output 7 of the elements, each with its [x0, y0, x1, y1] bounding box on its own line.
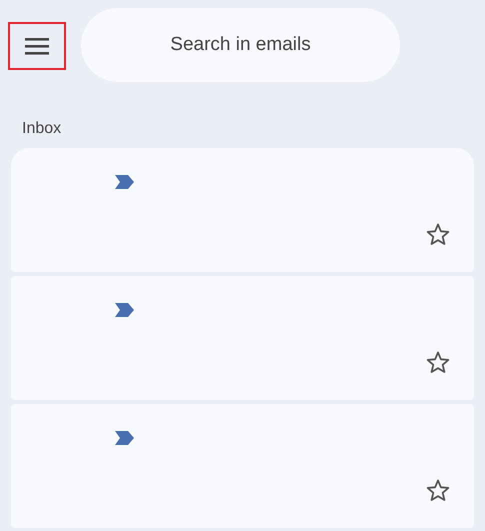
- section-title: Inbox: [22, 119, 62, 139]
- menu-icon: [24, 37, 50, 55]
- search-field[interactable]: Search in emails: [81, 8, 400, 82]
- star-button[interactable]: [426, 223, 450, 246]
- star-button[interactable]: [426, 479, 450, 502]
- star-button[interactable]: [426, 351, 450, 374]
- menu-button[interactable]: [8, 22, 66, 70]
